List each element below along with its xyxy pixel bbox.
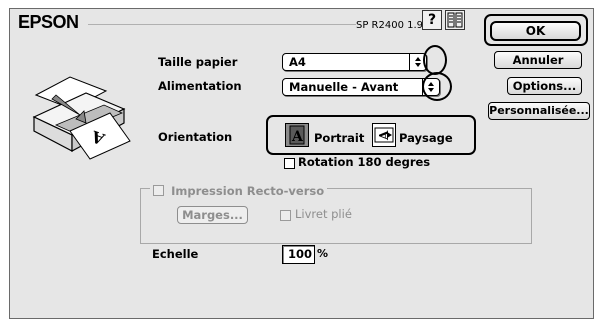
paper-size-arrow-highlight (423, 45, 447, 75)
paper-source-value: Manuelle - Avant (289, 80, 399, 94)
scale-unit: % (317, 247, 329, 260)
printer-info-icon[interactable] (445, 10, 465, 30)
orientation-label: Orientation (158, 130, 233, 144)
scale-input[interactable]: 100 (282, 245, 315, 264)
margins-button[interactable]: Marges... (177, 206, 248, 224)
booklet-label: Livret plié (295, 207, 352, 221)
page-setup-dialog: EPSON SP R2400 1.91F ? OK Annuler Option… (9, 8, 594, 319)
help-button[interactable]: ? (422, 10, 442, 30)
rotate-180-checkbox[interactable] (284, 158, 295, 169)
landscape-icon[interactable]: A (372, 123, 396, 147)
paper-size-label: Taille papier (158, 55, 238, 69)
epson-logo: EPSON (18, 12, 79, 32)
printer-illustration: A (26, 65, 138, 161)
cancel-button[interactable]: Annuler (494, 51, 582, 69)
portrait-icon[interactable]: A (285, 123, 309, 147)
rotate-180-label[interactable]: Rotation 180 degres (298, 155, 430, 169)
paper-size-value: A4 (289, 55, 306, 69)
booklet-checkbox[interactable] (280, 210, 291, 221)
duplex-label: Impression Recto-verso (171, 183, 325, 198)
paper-source-arrow-highlight (422, 72, 452, 101)
duplex-legend: Impression Recto-verso (150, 180, 328, 198)
duplex-checkbox[interactable] (153, 185, 164, 196)
paper-source-popup[interactable]: Manuelle - Avant (282, 78, 440, 96)
ok-button[interactable]: OK (490, 21, 581, 41)
landscape-label[interactable]: Paysage (399, 131, 453, 145)
portrait-label[interactable]: Portrait (314, 131, 364, 145)
paper-size-popup[interactable]: A4 (282, 53, 427, 71)
custom-paper-button[interactable]: Personnalisée... (488, 102, 590, 120)
svg-text:A: A (291, 129, 304, 145)
header-divider (88, 24, 356, 25)
scale-label: Echelle (152, 247, 199, 261)
options-button[interactable]: Options... (507, 77, 582, 95)
paper-source-label: Alimentation (158, 79, 242, 93)
